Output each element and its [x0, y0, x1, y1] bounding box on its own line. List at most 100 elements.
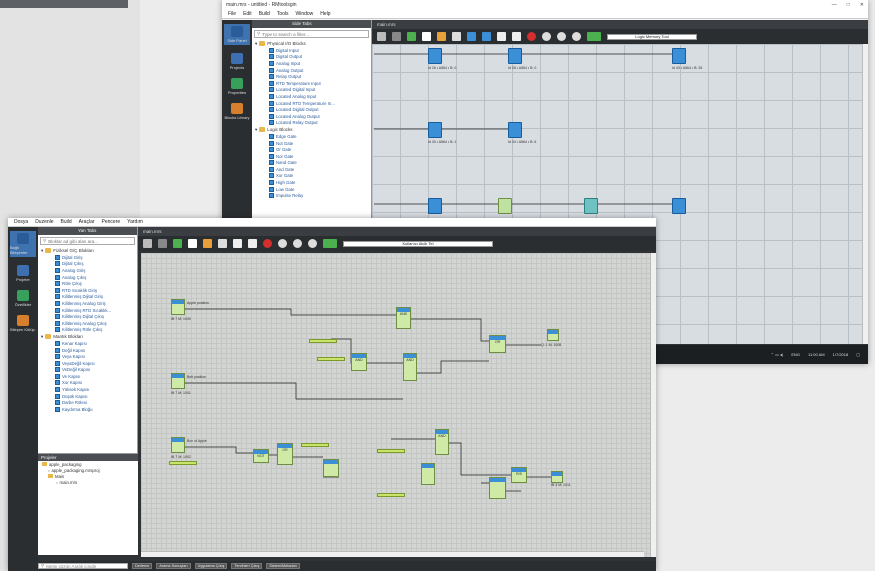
- run-icon[interactable]: [587, 32, 601, 41]
- tree-item[interactable]: Röle Çıkış: [41, 280, 137, 287]
- stop-icon[interactable]: [263, 239, 272, 248]
- move-tool-icon[interactable]: [407, 32, 416, 41]
- menu-pencere[interactable]: Pencere: [102, 219, 121, 225]
- logic-gate-block[interactable]: [547, 329, 559, 341]
- logic-gate-block[interactable]: [421, 463, 435, 485]
- language-indicator[interactable]: ENG: [791, 352, 800, 357]
- tree-item[interactable]: Darbe Rölesi: [41, 399, 137, 406]
- tree-item[interactable]: High Gate: [255, 179, 371, 186]
- network-icon[interactable]: ⌃ ▭ ◂): [771, 352, 784, 357]
- collapse-icon[interactable]: ▾: [41, 334, 43, 340]
- tree-item[interactable]: Located Digital Output: [255, 106, 371, 113]
- zoom-fit-icon[interactable]: [308, 239, 317, 248]
- projects-button[interactable]: Projeler: [10, 265, 36, 282]
- properties-button[interactable]: Özellikler: [10, 290, 36, 307]
- input-block[interactable]: [171, 373, 185, 389]
- logic-gate-block[interactable]: AND: [351, 353, 367, 371]
- build-button[interactable]: Derleme: [132, 563, 153, 569]
- logic-gate-block[interactable]: [323, 459, 339, 477]
- menu-araclar[interactable]: Araçlar: [79, 219, 95, 225]
- align-tool-icon[interactable]: [467, 32, 476, 41]
- tree-item[interactable]: Edge Gate: [255, 133, 371, 140]
- tree-item[interactable]: Located RTD Temperature In...: [255, 100, 371, 107]
- input-field-block[interactable]: [301, 443, 329, 447]
- zoom-out-icon[interactable]: [293, 239, 302, 248]
- system-button[interactable]: Sistem/Metadon: [266, 563, 300, 569]
- project-row[interactable]: ▫ main.mrs: [38, 479, 138, 485]
- tree-item[interactable]: Kilitlenmiş Analog Giriş: [41, 300, 137, 307]
- tree-item[interactable]: Xor Kapısı: [41, 380, 137, 387]
- tree-item[interactable]: Low Gate: [255, 186, 371, 193]
- close-icon[interactable]: ✕: [860, 2, 864, 8]
- grid-tool-icon[interactable]: [482, 32, 491, 41]
- function-block[interactable]: [672, 198, 686, 214]
- notification-icon[interactable]: ▢: [856, 352, 860, 357]
- tree-item[interactable]: Nand Gate: [255, 160, 371, 167]
- tree-item[interactable]: Xor Gate: [255, 173, 371, 180]
- tree-item[interactable]: Veya Kapısı: [41, 353, 137, 360]
- tree-item[interactable]: RTD Temperature Input: [255, 80, 371, 87]
- prefs-output-button[interactable]: Tercihleri Çıkış: [231, 563, 263, 569]
- zoom-in-icon[interactable]: [278, 239, 287, 248]
- function-block[interactable]: [428, 122, 442, 138]
- wire-tool-icon[interactable]: [392, 32, 401, 41]
- tree-item[interactable]: Relay Output: [255, 73, 371, 80]
- maximize-icon[interactable]: □: [847, 2, 850, 8]
- select-tool-icon[interactable]: [218, 239, 227, 248]
- horizontal-scrollbar[interactable]: [141, 551, 644, 557]
- menu-tools[interactable]: Tools: [277, 11, 289, 17]
- tree-group[interactable]: ▾ Physical I/O Blocks: [255, 40, 371, 47]
- clock-time[interactable]: 11:00 AM: [808, 352, 825, 357]
- tab-main[interactable]: main.mrs: [377, 22, 396, 27]
- tree-item[interactable]: Analog Input: [255, 60, 371, 67]
- logic-gate-block[interactable]: [551, 471, 563, 483]
- logic-gate-block[interactable]: AND: [403, 353, 417, 381]
- back-search[interactable]: ⚲: [254, 30, 369, 38]
- clock-date[interactable]: 1/7/2018: [833, 352, 849, 357]
- collapse-icon[interactable]: ▾: [255, 41, 257, 47]
- tree-item[interactable]: Kilitlenmiş Dijital Giriş: [41, 294, 137, 301]
- tree-item[interactable]: Located Analog Output: [255, 113, 371, 120]
- collapse-icon[interactable]: ▾: [255, 127, 257, 133]
- tree-item[interactable]: Kilitlenmiş Röle Çıkış: [41, 327, 137, 334]
- tree-item[interactable]: Not Gate: [255, 140, 371, 147]
- tree-item[interactable]: Kaydırma Bloğu: [41, 406, 137, 413]
- search-input[interactable]: [48, 238, 134, 244]
- minimize-icon[interactable]: —: [832, 2, 837, 8]
- tree-item[interactable]: And Gate: [255, 166, 371, 173]
- tree-item[interactable]: Dijital Giriş: [41, 254, 137, 261]
- print-icon[interactable]: [512, 32, 521, 41]
- projects-button[interactable]: Projects: [224, 53, 250, 70]
- library-button[interactable]: Blocks Library: [224, 103, 250, 120]
- function-block[interactable]: [428, 198, 442, 214]
- print-icon[interactable]: [248, 239, 257, 248]
- function-block[interactable]: [584, 198, 598, 214]
- tree-group[interactable]: ▾ Logic Blocks: [255, 126, 371, 133]
- tree-item[interactable]: Digital Input: [255, 47, 371, 54]
- stop-icon[interactable]: [527, 32, 536, 41]
- tab-main[interactable]: main.mrs: [143, 229, 162, 234]
- menu-dosya[interactable]: Dosya: [14, 219, 28, 225]
- tree-item[interactable]: Impulse Relay: [255, 192, 371, 199]
- side-panel-button[interactable]: Side Panel: [224, 24, 250, 45]
- function-block[interactable]: [428, 48, 442, 64]
- input-field-block[interactable]: [317, 357, 345, 361]
- logic-gate-block[interactable]: NOT: [253, 449, 269, 463]
- tree-item[interactable]: Analog Giriş: [41, 267, 137, 274]
- tree-item[interactable]: Kilitlenmiş Analog Çıkış: [41, 320, 137, 327]
- input-field-block[interactable]: [169, 461, 197, 465]
- input-block[interactable]: [171, 299, 185, 315]
- function-block[interactable]: [498, 198, 512, 214]
- app-output-button[interactable]: Uygulama Çıkış: [194, 563, 228, 569]
- tree-item[interactable]: RTD Sıcaklık Giriş: [41, 287, 137, 294]
- tree-item[interactable]: Kilitlenmiş Dijital Çıkış: [41, 313, 137, 320]
- front-search[interactable]: ⚲: [40, 237, 135, 245]
- logic-gate-block[interactable]: AND: [435, 429, 449, 455]
- tree-item[interactable]: Yüksek Kapısı: [41, 386, 137, 393]
- tree-item[interactable]: VeDeğil Kapısı: [41, 367, 137, 374]
- input-block[interactable]: [171, 437, 185, 453]
- logic-gate-block[interactable]: AND: [396, 307, 411, 329]
- vertical-scrollbar[interactable]: [862, 44, 868, 344]
- tree-item[interactable]: Ve Kapısı: [41, 373, 137, 380]
- save-icon[interactable]: [233, 239, 242, 248]
